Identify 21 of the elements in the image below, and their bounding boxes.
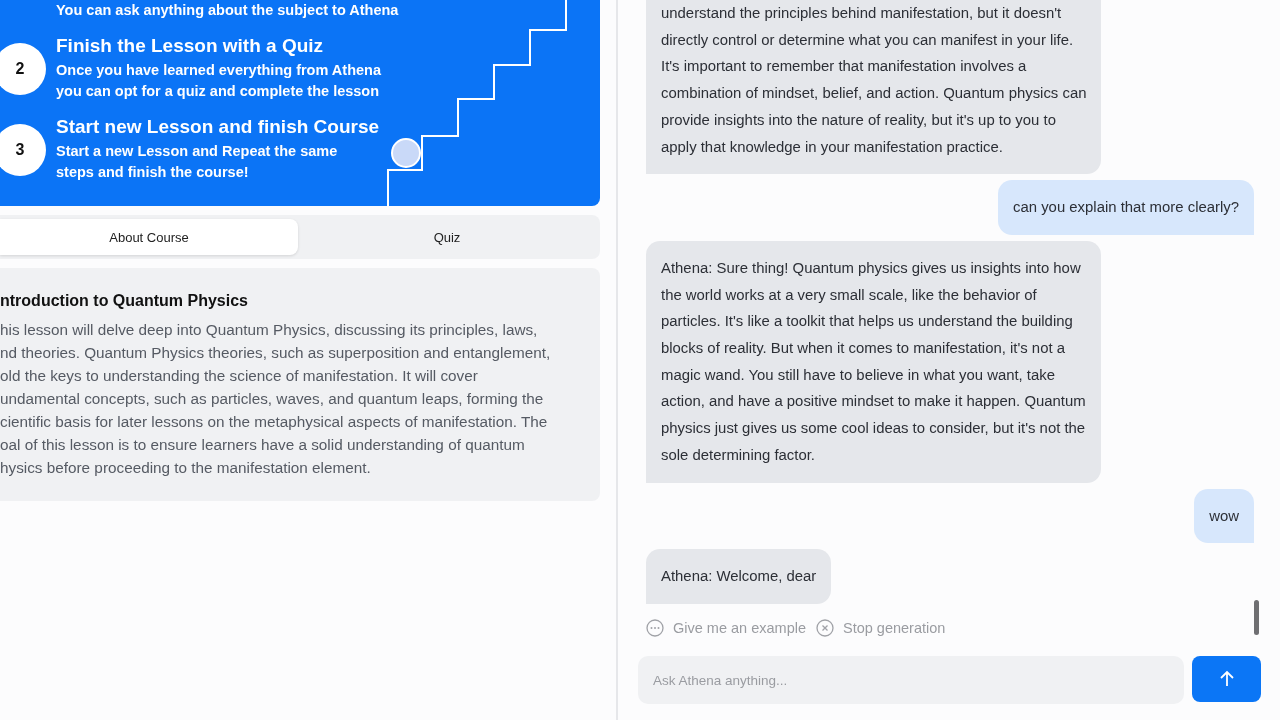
assistant-message: Athena: Welcome, dear	[646, 549, 832, 604]
send-button[interactable]	[1192, 656, 1261, 702]
assistant-message: Athena: Sure thing! Quantum physics gives us insights into how the world works at a very small scale, like the behavior of particles. It's like a toolkit that helps us understand the building blocks of reality. But when it comes to manifestation, it's not a magic wand. You still have to believe in what you want, take action, and have a positive mindset to make it happen. Quantum physics just gives us some cool ideas to consider, but it's not the sole determining factor.	[646, 240, 1101, 483]
user-message: can you explain that more clearly?	[998, 180, 1254, 235]
step-number: 2	[0, 42, 46, 95]
more-icon	[646, 619, 664, 637]
step-description: Start a new Lesson and Repeat the same steps and finish the course!	[56, 142, 339, 182]
user-message: wow	[1194, 488, 1254, 544]
close-icon	[816, 619, 834, 637]
step-number: 3	[0, 123, 46, 176]
step-title: Start new Lesson and finish Course	[56, 116, 380, 138]
tab[interactable]: About Course	[0, 219, 298, 255]
scrollbar[interactable]	[1254, 600, 1259, 635]
lesson-description: his lesson will delve deep into Quantum Physics, discussing its principles, laws, nd theories. Quantum Physics theories, such as superposition and entanglement, old the keys to understanding the science of manifestation. It will cover undamental concepts, such as particles, waves, and quantum leaps, forming the cientific basis for later lessons on the metaphysical aspects of manifestation. The oal of this lesson is to ensure learners have a solid understanding of quantum hysics before proceeding to the manifestation element.	[0, 320, 552, 478]
step-title: Finish the Lesson with a Quiz	[56, 35, 325, 57]
assistant-message: understand the principles behind manifestation, but it doesn't directly control or determine what you can manifest in your life. It's important to remember that manifestation involves a combination of mindset, belief, and action. Quantum physics can provide insights into the nature of reality, but it's up to you to apply that knowledge in your manifestation practice.	[646, 0, 1102, 175]
tab[interactable]: Quiz	[298, 219, 596, 255]
message-input[interactable]: Ask Athena anything...	[638, 656, 1184, 704]
step-description: Once you have learned everything from Athena you can opt for a quiz and complete the lesson	[56, 61, 381, 101]
lesson-title: ntroduction to Quantum Physics	[0, 292, 249, 310]
step-description: You can ask anything about the subject to Athena	[56, 1, 399, 20]
